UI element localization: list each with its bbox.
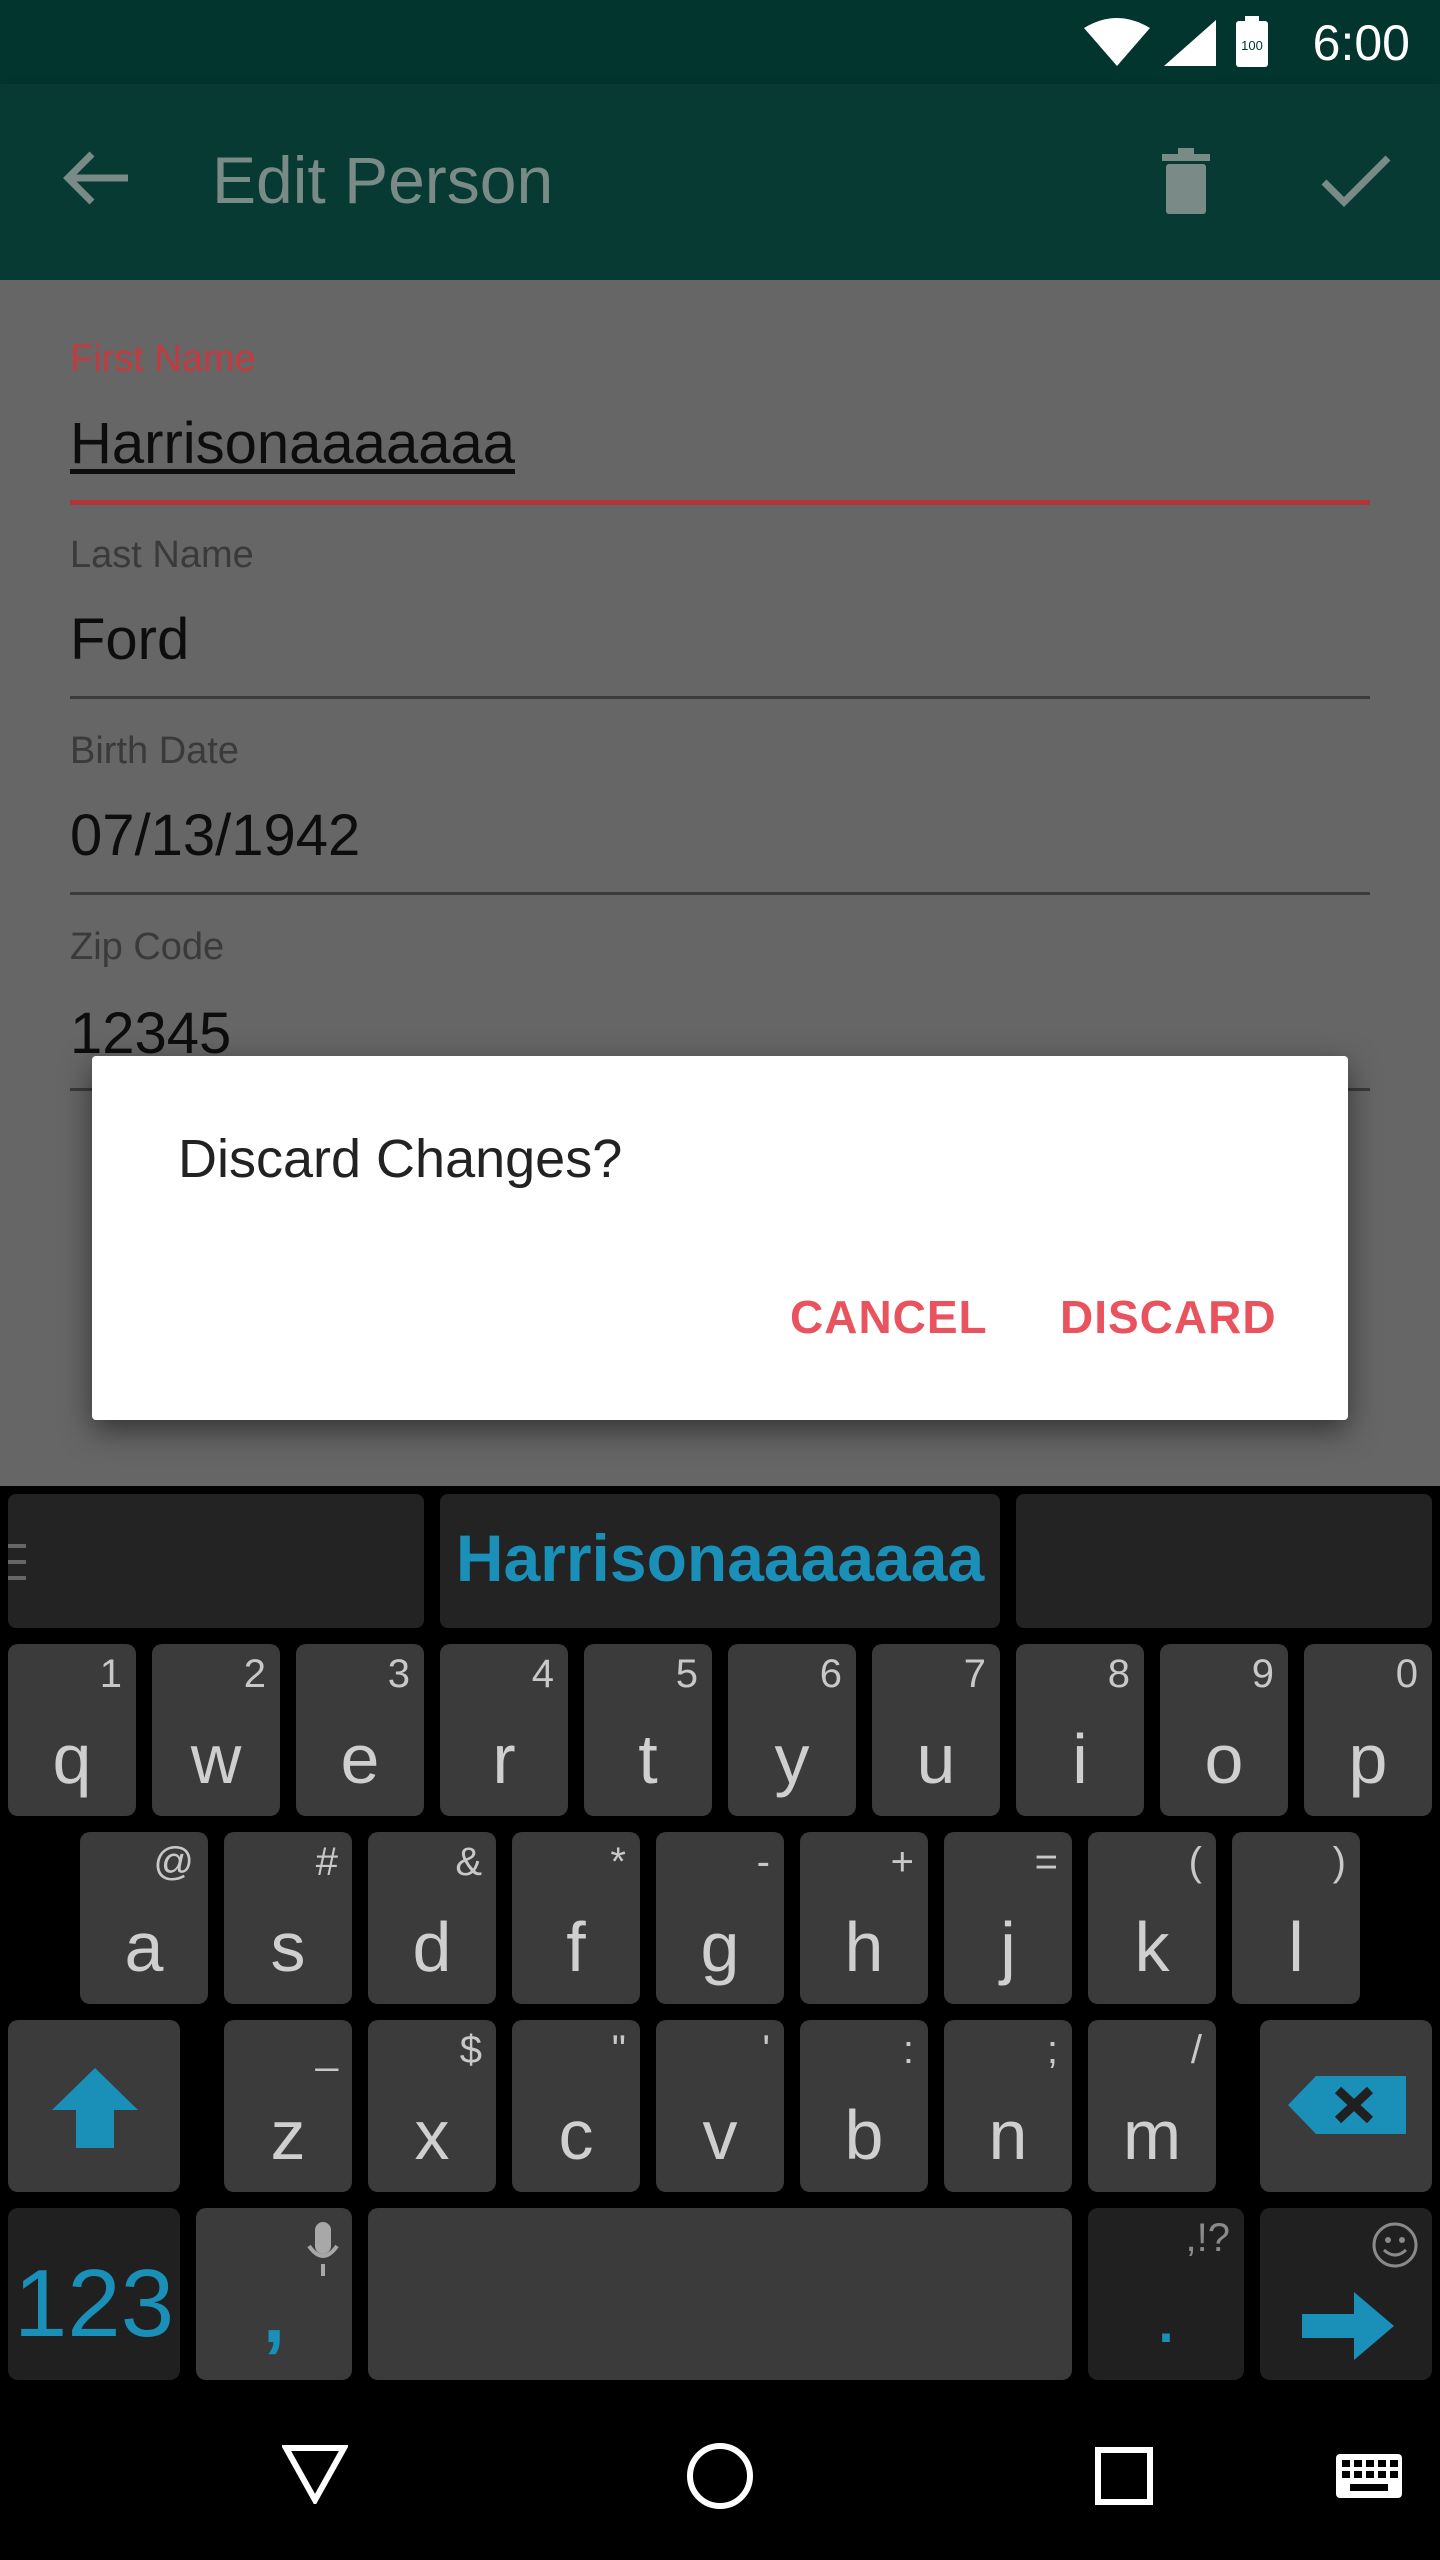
key-k[interactable]: (k <box>1088 1832 1216 2004</box>
first-name-label: First Name <box>70 338 256 380</box>
status-time: 6:00 <box>1312 15 1410 71</box>
period-key[interactable]: ,!? . <box>1088 2208 1244 2380</box>
enter-arrow-icon <box>1302 2292 1394 2360</box>
key-m[interactable]: / m <box>1088 2020 1216 2192</box>
key-r[interactable]: 4r <box>440 1644 568 1816</box>
back-triangle-icon[interactable] <box>282 2444 348 2504</box>
discard-dialog: Discard Changes? CANCEL DISCARD <box>92 1056 1348 1420</box>
first-name-input[interactable]: Harrisonaaaaaaa <box>70 410 515 477</box>
comma-key[interactable]: , <box>196 2208 352 2380</box>
key-z[interactable]: _ z <box>224 2020 352 2192</box>
discard-button[interactable]: DISCARD <box>1060 1290 1277 1344</box>
key-q[interactable]: 1q <box>8 1644 136 1816</box>
zip-code-label: Zip Code <box>70 926 225 968</box>
last-name-input[interactable]: Ford <box>70 606 189 673</box>
key-b[interactable]: :b <box>800 2020 928 2192</box>
shift-arrow-icon <box>52 2068 138 2148</box>
backspace-icon <box>1288 2076 1406 2134</box>
trash-icon[interactable] <box>1160 146 1212 216</box>
key-d[interactable]: & d <box>368 1832 496 2004</box>
birth-date-label: Birth Date <box>70 730 239 772</box>
key-e[interactable]: 3e <box>296 1644 424 1816</box>
key-l[interactable]: ) l <box>1232 1832 1360 2004</box>
svg-text:100: 100 <box>1241 38 1263 53</box>
battery-icon: 100 <box>1236 16 1268 67</box>
first-name-underline <box>70 500 1370 505</box>
last-name-underline <box>70 696 1370 699</box>
key-c[interactable]: " c <box>512 2020 640 2192</box>
checkmark-icon[interactable] <box>1320 152 1392 208</box>
microphone-icon <box>307 2222 339 2276</box>
key-v[interactable]: ' v <box>656 2020 784 2192</box>
key-t[interactable]: 5t <box>584 1644 712 1816</box>
key-s[interactable]: # s <box>224 1832 352 2004</box>
page-title: Edit Person <box>212 143 554 217</box>
birth-date-input[interactable]: 07/13/1942 <box>70 802 360 869</box>
emoji-icon <box>1372 2222 1418 2268</box>
back-arrow-icon[interactable] <box>62 148 132 208</box>
suggestion-slot-right[interactable] <box>1016 1494 1432 1628</box>
key-p[interactable]: 0p <box>1304 1644 1432 1816</box>
birth-date-underline <box>70 892 1370 895</box>
key-g[interactable]: -g <box>656 1832 784 2004</box>
dialog-title: Discard Changes? <box>178 1129 623 1189</box>
backspace-key[interactable] <box>1260 2020 1432 2192</box>
last-name-label: Last Name <box>70 534 254 576</box>
cancel-button[interactable]: CANCEL <box>790 1290 988 1344</box>
status-bar <box>0 0 1440 84</box>
key-o[interactable]: 9o <box>1160 1644 1288 1816</box>
menu-icon[interactable] <box>8 1542 28 1582</box>
key-w[interactable]: 2w <box>152 1644 280 1816</box>
key-a[interactable]: @ a <box>80 1832 208 2004</box>
space-bar[interactable] <box>368 2208 1072 2380</box>
enter-key[interactable] <box>1260 2208 1432 2380</box>
numbers-key[interactable]: 123 <box>8 2208 180 2380</box>
key-h[interactable]: + h <box>800 1832 928 2004</box>
suggestion-word[interactable]: Harrisonaaaaaaa <box>440 1520 1000 1596</box>
key-n[interactable]: ; n <box>944 2020 1072 2192</box>
recents-square-icon[interactable] <box>1094 2446 1154 2506</box>
key-x[interactable]: $ x <box>368 2020 496 2192</box>
cell-signal-icon <box>1164 20 1216 66</box>
wifi-icon <box>1084 18 1150 66</box>
shift-key[interactable] <box>8 2020 180 2192</box>
suggestion-slot-left[interactable] <box>8 1494 424 1628</box>
key-i[interactable]: 8i <box>1016 1644 1144 1816</box>
home-circle-icon[interactable] <box>686 2442 754 2510</box>
key-j[interactable]: = j <box>944 1832 1072 2004</box>
keyboard-icon[interactable] <box>1334 2452 1404 2500</box>
key-f[interactable]: * f <box>512 1832 640 2004</box>
key-u[interactable]: 7u <box>872 1644 1000 1816</box>
key-y[interactable]: 6y <box>728 1644 856 1816</box>
